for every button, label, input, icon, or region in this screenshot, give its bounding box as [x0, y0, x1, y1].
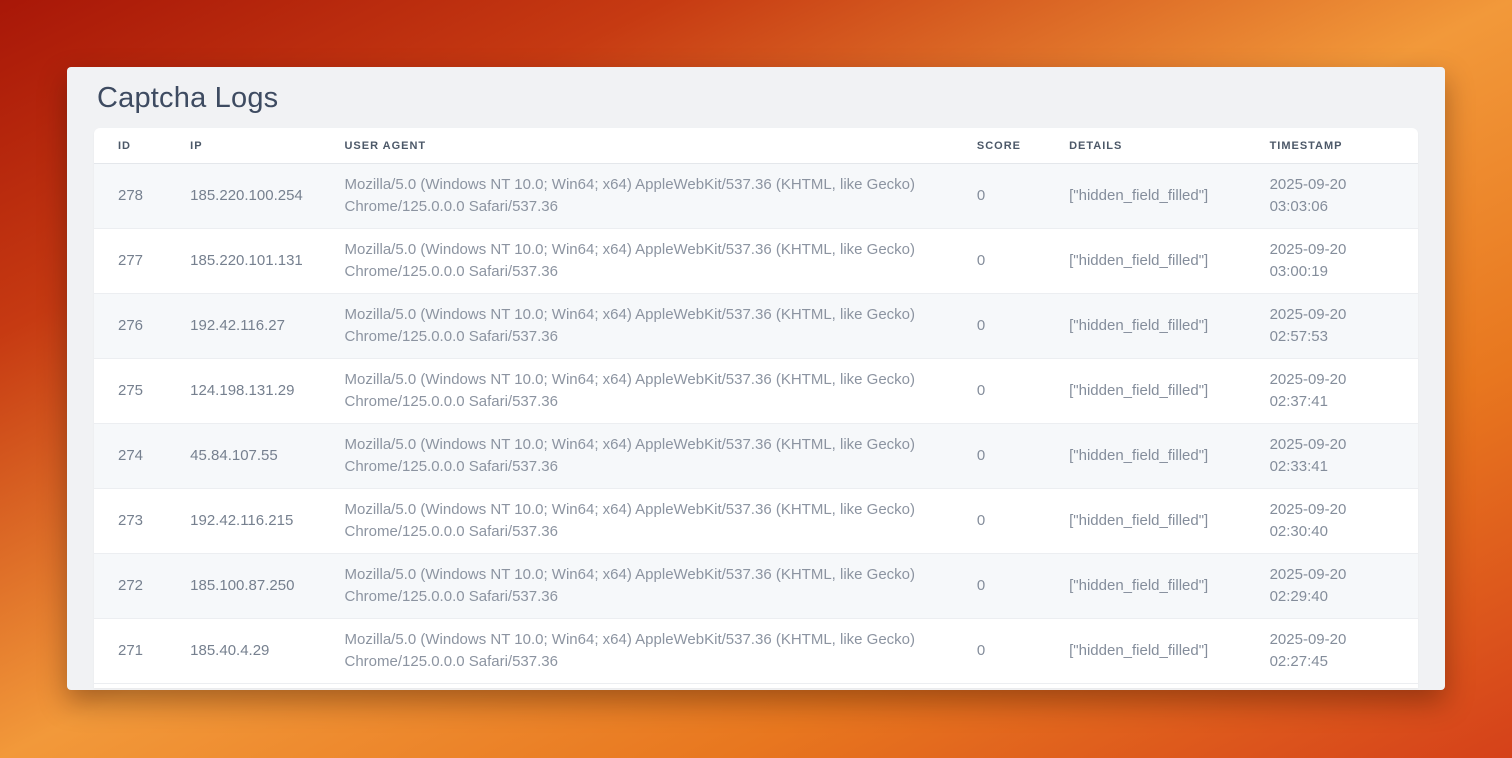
cell-details: ["hidden_field_filled"] [1045, 164, 1245, 229]
cell-id: 273 [94, 489, 166, 554]
cell-timestamp: 2025-09-20 02:33:41 [1246, 424, 1418, 489]
cell-user_agent: Mozilla/5.0 (Windows NT 10.0; Win64; x64… [321, 164, 953, 229]
table-row: 27445.84.107.55Mozilla/5.0 (Windows NT 1… [94, 424, 1418, 489]
cell-id: 278 [94, 164, 166, 229]
cell-score: 0 [953, 359, 1045, 424]
cell-timestamp: 2025-09-20 02:29:40 [1246, 554, 1418, 619]
cell-score: 0 [953, 229, 1045, 294]
cell-score: 0 [953, 294, 1045, 359]
table-row: 275124.198.131.29Mozilla/5.0 (Windows NT… [94, 359, 1418, 424]
cell-id: 272 [94, 554, 166, 619]
cell-timestamp: 2025-09-20 02:30:40 [1246, 489, 1418, 554]
captcha-logs-card: Captcha Logs IDIPUSER AGENTSCOREDETAILST… [67, 67, 1445, 690]
cell-score: 0 [953, 489, 1045, 554]
cell-ip: 185.100.87.250 [166, 554, 320, 619]
cell-details: ["hidden_field_filled"] [1045, 359, 1245, 424]
cell-ip: 192.42.116.215 [166, 489, 320, 554]
cell-timestamp: 2025-09-20 03:00:19 [1246, 229, 1418, 294]
cell-user_agent: Mozilla/5.0 (Windows NT 10.0; Win64; x64… [321, 489, 953, 554]
logs-table-head: IDIPUSER AGENTSCOREDETAILSTIMESTAMP [94, 128, 1418, 164]
table-row: 273192.42.116.215Mozilla/5.0 (Windows NT… [94, 489, 1418, 554]
cell-user_agent: Mozilla/5.0 (Windows NT 10.0; Win64; x64… [321, 294, 953, 359]
cell-ip: 185.220.100.254 [166, 164, 320, 229]
cell-timestamp: 2025-09-20 02:37:41 [1246, 359, 1418, 424]
column-header-id: ID [94, 128, 166, 164]
cell-id: 274 [94, 424, 166, 489]
table-row: 276192.42.116.27Mozilla/5.0 (Windows NT … [94, 294, 1418, 359]
column-header-score: SCORE [953, 128, 1045, 164]
cell-timestamp: 2025-09-20 03:03:06 [1246, 164, 1418, 229]
cell-ip: 192.42.116.27 [166, 294, 320, 359]
column-header-details: DETAILS [1045, 128, 1245, 164]
cell-details: ["hidden_field_filled"] [1045, 294, 1245, 359]
cell-timestamp: 2025-09-20 02:27:45 [1246, 619, 1418, 684]
logs-table: IDIPUSER AGENTSCOREDETAILSTIMESTAMP 2781… [94, 128, 1418, 684]
cell-ip: 185.220.101.131 [166, 229, 320, 294]
cell-details: ["hidden_field_filled"] [1045, 424, 1245, 489]
cell-score: 0 [953, 554, 1045, 619]
cell-score: 0 [953, 164, 1045, 229]
table-row: 277185.220.101.131Mozilla/5.0 (Windows N… [94, 229, 1418, 294]
cell-user_agent: Mozilla/5.0 (Windows NT 10.0; Win64; x64… [321, 359, 953, 424]
cell-ip: 45.84.107.55 [166, 424, 320, 489]
table-row: 272185.100.87.250Mozilla/5.0 (Windows NT… [94, 554, 1418, 619]
cell-user_agent: Mozilla/5.0 (Windows NT 10.0; Win64; x64… [321, 229, 953, 294]
logs-table-body: 278185.220.100.254Mozilla/5.0 (Windows N… [94, 164, 1418, 684]
table-row: 271185.40.4.29Mozilla/5.0 (Windows NT 10… [94, 619, 1418, 684]
cell-id: 276 [94, 294, 166, 359]
cell-details: ["hidden_field_filled"] [1045, 619, 1245, 684]
cell-id: 271 [94, 619, 166, 684]
cell-id: 277 [94, 229, 166, 294]
cell-user_agent: Mozilla/5.0 (Windows NT 10.0; Win64; x64… [321, 619, 953, 684]
cell-details: ["hidden_field_filled"] [1045, 554, 1245, 619]
cell-ip: 185.40.4.29 [166, 619, 320, 684]
cell-details: ["hidden_field_filled"] [1045, 489, 1245, 554]
cell-timestamp: 2025-09-20 02:57:53 [1246, 294, 1418, 359]
column-header-timestamp: TIMESTAMP [1246, 128, 1418, 164]
table-row: 278185.220.100.254Mozilla/5.0 (Windows N… [94, 164, 1418, 229]
logs-table-panel: IDIPUSER AGENTSCOREDETAILSTIMESTAMP 2781… [94, 128, 1418, 688]
app-background: Captcha Logs IDIPUSER AGENTSCOREDETAILST… [0, 0, 1512, 758]
cell-ip: 124.198.131.29 [166, 359, 320, 424]
cell-user_agent: Mozilla/5.0 (Windows NT 10.0; Win64; x64… [321, 554, 953, 619]
column-header-user_agent: USER AGENT [321, 128, 953, 164]
cell-id: 275 [94, 359, 166, 424]
column-header-ip: IP [166, 128, 320, 164]
cell-details: ["hidden_field_filled"] [1045, 229, 1245, 294]
logs-table-header-row: IDIPUSER AGENTSCOREDETAILSTIMESTAMP [94, 128, 1418, 164]
cell-score: 0 [953, 619, 1045, 684]
page-title: Captcha Logs [67, 67, 1445, 128]
cell-score: 0 [953, 424, 1045, 489]
cell-user_agent: Mozilla/5.0 (Windows NT 10.0; Win64; x64… [321, 424, 953, 489]
